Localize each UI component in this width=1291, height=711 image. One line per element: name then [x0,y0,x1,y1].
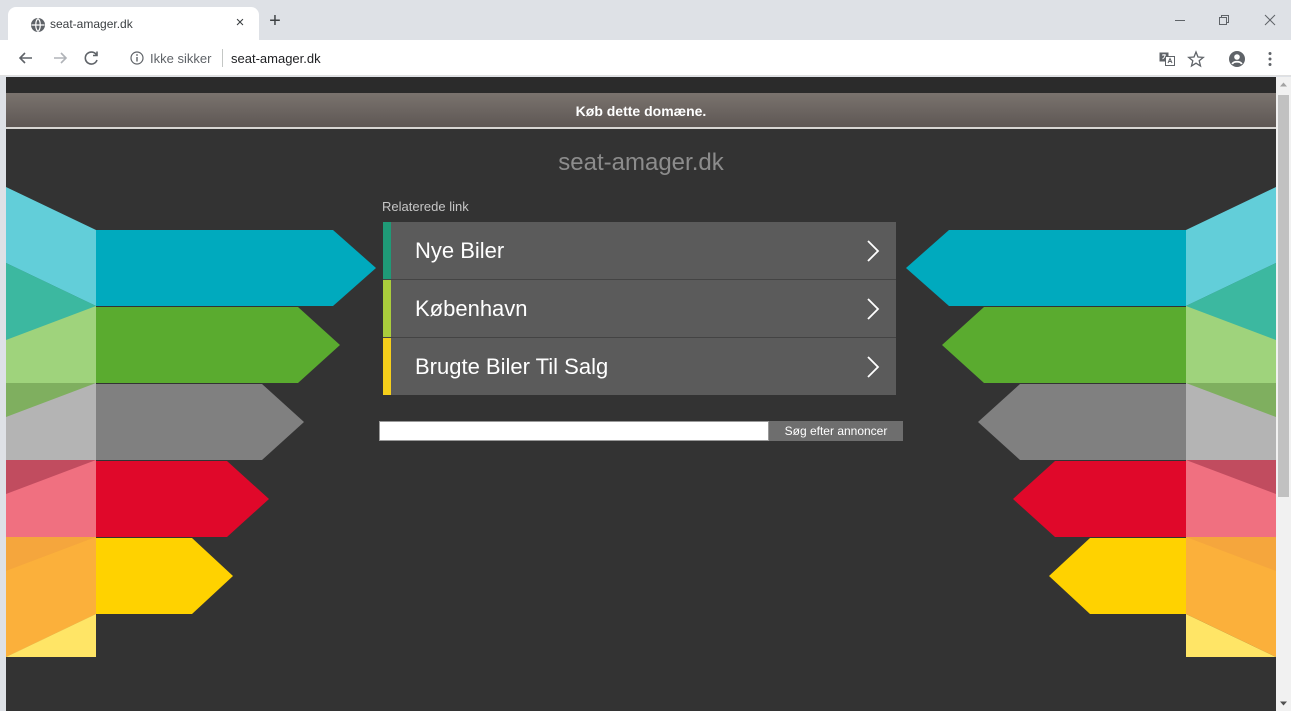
related-link-label: København [415,296,528,321]
scroll-up-arrow-icon[interactable] [1276,77,1291,92]
link-accent-bar [383,280,391,337]
security-status: Ikke sikker [150,51,212,66]
url-text[interactable]: seat-amager.dk [231,51,321,66]
reload-icon[interactable] [82,49,102,67]
chevron-right-icon [867,356,880,378]
left-arrows [6,187,376,657]
menu-dots-icon[interactable] [1261,50,1279,68]
translate-icon[interactable] [1158,50,1176,68]
chevron-right-icon [867,240,880,262]
related-link-label: Nye Biler [415,238,505,263]
minimize-icon[interactable] [1172,12,1188,28]
search-button[interactable]: Søg efter annoncer [769,421,903,441]
back-arrow-icon[interactable] [16,49,36,67]
star-icon[interactable] [1187,50,1205,68]
search-input[interactable] [379,421,769,441]
right-arrows [906,187,1276,657]
scroll-down-arrow-icon[interactable] [1276,696,1291,711]
omnibox-divider [222,49,223,67]
address-bar[interactable]: Ikke sikker seat-amager.dk [108,44,1140,72]
account-icon[interactable] [1228,50,1246,68]
chevron-right-icon [867,298,880,320]
domain-title: seat-amager.dk [558,149,724,176]
related-link-nye-biler[interactable]: Nye Biler [383,222,896,280]
forward-arrow-icon[interactable] [50,49,70,67]
link-accent-bar [383,338,391,395]
tab-strip: seat-amager.dk × + [0,0,1291,40]
restore-icon[interactable] [1216,12,1232,28]
related-links-label: Relaterede link [382,199,469,214]
info-icon[interactable] [130,51,144,65]
related-link-label: Brugte Biler Til Salg [415,354,609,379]
plus-icon[interactable]: + [266,11,284,31]
related-link-brugte-biler[interactable]: Brugte Biler Til Salg [383,338,896,395]
globe-icon [31,18,45,32]
related-links-list: Nye Biler København Brugte Biler Til Sal… [383,222,896,395]
ad-search-form: Søg efter annoncer [379,421,903,441]
link-accent-bar [383,222,391,279]
tab-title: seat-amager.dk [50,17,133,31]
page-viewport: Køb dette domæne. seat-amager.dk Relater… [6,77,1276,711]
scrollbar-thumb[interactable] [1278,95,1289,497]
close-icon[interactable]: × [232,15,248,31]
window-close-icon[interactable] [1262,12,1278,28]
vertical-scrollbar[interactable] [1276,77,1291,711]
browser-tab[interactable]: seat-amager.dk × [8,7,259,40]
related-link-kobenhavn[interactable]: København [383,280,896,338]
browser-toolbar: Ikke sikker seat-amager.dk [0,40,1291,76]
